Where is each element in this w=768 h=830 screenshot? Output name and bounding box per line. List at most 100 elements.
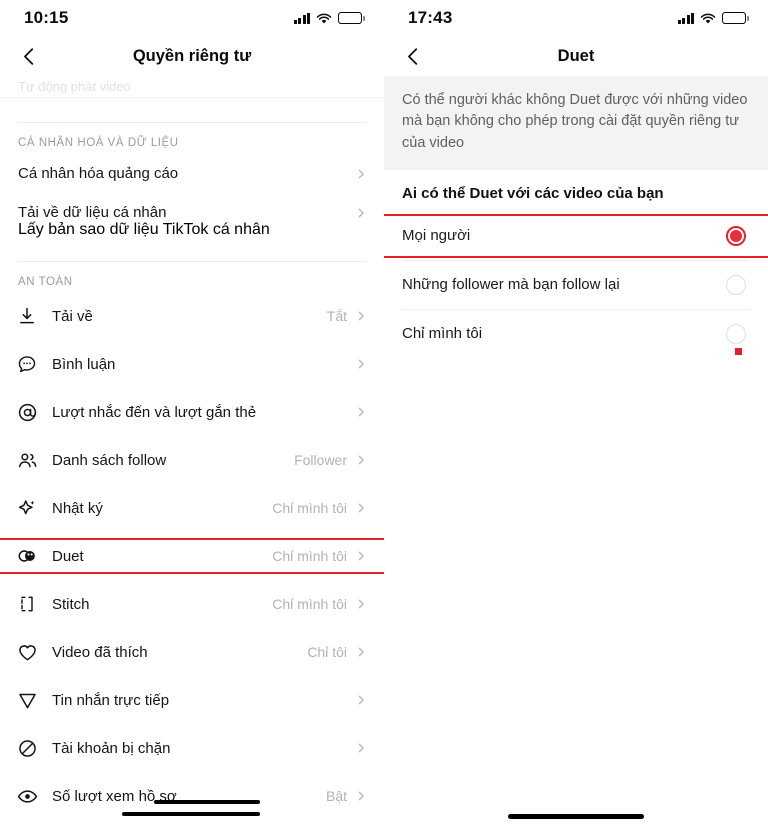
section-header-personalization: CÁ NHÂN HOÁ VÀ DỮ LIỆU (18, 137, 179, 149)
chevron-right-icon (358, 599, 364, 609)
status-clock: 10:15 (24, 8, 69, 27)
option-label: Những follower mà bạn follow lại (402, 276, 620, 294)
row-subtitle: Lấy bản sao dữ liệu TikTok cá nhân (18, 221, 270, 238)
row-label: Tài khoản bị chặn (52, 739, 171, 757)
row-label: Video đã thích (52, 643, 148, 661)
status-bar-left: 10:15 (0, 0, 384, 36)
row-value: Bật (325, 788, 347, 804)
sidebar-item-liked-videos[interactable]: Video đã thích Chỉ tôi (0, 628, 384, 676)
radio-button-unselected[interactable] (726, 274, 746, 295)
radio-button-selected[interactable] (726, 225, 746, 246)
row-label: Nhật ký (52, 499, 103, 517)
sidebar-item-duet[interactable]: Duet Chỉ mình tôi (0, 532, 384, 580)
right-phone-screen: 17:43 Duet Có thể người khác không Duet … (384, 0, 768, 830)
send-icon (14, 687, 40, 713)
nav-bar-left: Quyền riêng tư (0, 36, 384, 76)
row-label: Cá nhân hóa quảng cáo (18, 165, 179, 182)
sidebar-item-stitch[interactable]: Stitch Chỉ mình tôi (0, 580, 384, 628)
status-icons (677, 12, 749, 24)
signal-bars-icon (677, 12, 694, 24)
row-label: Bình luận (52, 355, 116, 373)
row-value: Tắt (326, 308, 347, 324)
chevron-right-icon (358, 208, 364, 217)
sparkle-icon (14, 495, 40, 521)
row-label: Tải về dữ liệu cá nhân (18, 204, 167, 221)
row-label: Tải về (52, 307, 93, 325)
chevron-right-icon (358, 311, 364, 321)
page-title-left: Quyền riêng tư (132, 46, 252, 65)
chevron-right-icon (358, 551, 364, 561)
row-value: Chỉ mình tôi (272, 548, 347, 564)
cursor-marker (735, 347, 742, 355)
redaction-bar-1 (154, 800, 260, 804)
duet-description-text: Có thể người khác không Duet được với nh… (402, 92, 748, 151)
settings-scroll-area[interactable]: Tự động phát video CÁ NHÂN HOÁ VÀ DỮ LIỆ… (0, 76, 384, 820)
back-chevron-icon (407, 47, 417, 65)
option-label: Mọi người (402, 227, 471, 245)
heart-icon (14, 639, 40, 665)
stitch-icon (14, 591, 40, 617)
comment-icon (14, 351, 40, 377)
block-icon (14, 735, 40, 761)
chevron-right-icon (358, 503, 364, 513)
back-button-left[interactable] (18, 45, 40, 67)
row-value: Chỉ mình tôi (272, 596, 347, 612)
page-title-right: Duet (557, 46, 595, 65)
option-label: Chỉ mình tôi (402, 325, 483, 343)
chevron-right-icon (358, 695, 364, 705)
dual-screenshot: 10:15 Quyền riêng tư Tự động phát video … (0, 0, 768, 830)
radio-option-everyone[interactable]: Mọi người (384, 212, 768, 260)
row-download-personal-data[interactable]: Tải về dữ liệu cá nhân Lấy bản sao dữ li… (0, 194, 384, 251)
back-chevron-icon (23, 47, 33, 65)
signal-bars-icon (293, 12, 310, 24)
eye-icon (14, 783, 40, 809)
radio-button-unselected[interactable] (726, 323, 746, 344)
wifi-icon (700, 12, 716, 24)
back-button-right[interactable] (402, 45, 424, 67)
duet-question-title: Ai có thể Duet với các video của bạn (402, 184, 664, 202)
row-value: Chỉ tôi (307, 644, 347, 660)
chevron-right-icon (358, 743, 364, 753)
people-icon (14, 447, 40, 473)
duet-description-block: Có thể người khác không Duet được với nh… (384, 76, 768, 170)
mention-at-icon (14, 399, 40, 425)
row-label: Lượt nhắc đến và lượt gắn thẻ (52, 403, 257, 421)
sidebar-item-mentions-tags[interactable]: Lượt nhắc đến và lượt gắn thẻ (0, 388, 384, 436)
chevron-right-icon (358, 169, 364, 178)
partial-scrolled-row: Tự động phát video (0, 76, 384, 98)
wifi-icon (316, 12, 332, 24)
download-icon (14, 303, 40, 329)
sidebar-item-download[interactable]: Tải về Tắt (0, 292, 384, 340)
row-value: Chỉ mình tôi (272, 500, 347, 516)
chevron-right-icon (358, 647, 364, 657)
left-phone-screen: 10:15 Quyền riêng tư Tự động phát video … (0, 0, 384, 830)
battery-icon (338, 12, 365, 24)
sidebar-item-comments[interactable]: Bình luận (0, 340, 384, 388)
sidebar-item-direct-messages[interactable]: Tin nhắn trực tiếp (0, 676, 384, 724)
chevron-right-icon (358, 455, 364, 465)
row-label: Tin nhắn trực tiếp (52, 691, 170, 709)
row-label: Danh sách follow (52, 451, 167, 469)
chevron-right-icon (358, 791, 364, 801)
sidebar-item-follow-list[interactable]: Danh sách follow Follower (0, 436, 384, 484)
redaction-bar-2 (122, 812, 260, 816)
section-header-safety: AN TOÀN (18, 276, 73, 288)
chevron-right-icon (358, 407, 364, 417)
status-icons (293, 12, 365, 24)
status-bar-right: 17:43 (384, 0, 768, 36)
row-ad-personalization[interactable]: Cá nhân hóa quảng cáo (0, 153, 384, 194)
home-indicator (508, 814, 644, 819)
battery-icon (722, 12, 749, 24)
row-label: Duet (52, 547, 84, 565)
radio-option-only-me[interactable]: Chỉ mình tôi (384, 310, 768, 358)
chevron-right-icon (358, 359, 364, 369)
row-value: Follower (294, 452, 347, 468)
row-label: Stitch (52, 595, 90, 613)
duet-icon (14, 543, 40, 569)
status-clock: 17:43 (408, 8, 453, 27)
nav-bar-right: Duet (384, 36, 768, 76)
sidebar-item-activity-log[interactable]: Nhật ký Chỉ mình tôi (0, 484, 384, 532)
sidebar-item-blocked-accounts[interactable]: Tài khoản bị chặn (0, 724, 384, 772)
radio-option-mutual-followers[interactable]: Những follower mà bạn follow lại (384, 261, 768, 309)
